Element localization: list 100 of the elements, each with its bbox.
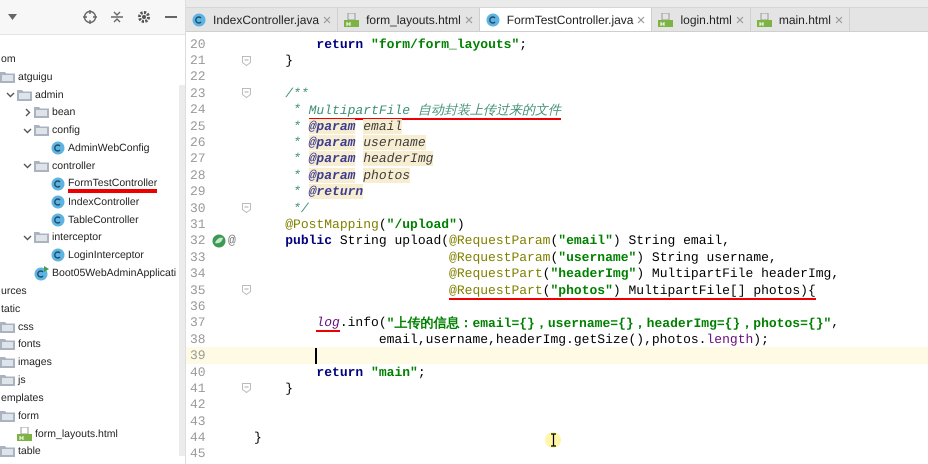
line-number: 44 <box>189 430 207 446</box>
fold-icon[interactable] <box>242 285 251 296</box>
line-number: 41 <box>189 380 207 396</box>
bean-icon[interactable] <box>212 234 226 248</box>
html-file-icon <box>658 12 674 26</box>
tree-item[interactable]: TableController <box>68 214 139 226</box>
tree-item[interactable]: urces <box>1 284 27 297</box>
fold-icon[interactable] <box>242 56 251 66</box>
fold-icon[interactable] <box>242 383 251 394</box>
code-line: @PostMapping("/upload") <box>284 216 465 232</box>
class-icon <box>51 194 65 209</box>
locate-icon[interactable] <box>83 10 97 24</box>
code-line: } <box>284 380 294 396</box>
line-number: 38 <box>189 332 207 347</box>
chevron-down-icon[interactable] <box>22 232 32 242</box>
close-icon[interactable] <box>736 16 744 24</box>
code-line: email,username,headerImg.getSize(),photos.length); <box>378 332 769 347</box>
close-icon[interactable] <box>834 16 843 24</box>
code-line: * @param username <box>292 135 426 150</box>
gutter-marker[interactable]: @ <box>228 233 236 248</box>
html-file-icon <box>17 426 32 441</box>
tree-item[interactable]: om <box>1 52 16 65</box>
code-line: log.info("上传的信息：email={}，username={}，headerImg={}，photos={}", <box>315 314 840 332</box>
tree-item[interactable]: AdminWebConfig <box>68 142 150 154</box>
line-number: 35 <box>189 282 207 298</box>
code-line: @RequestParam("username") String username, <box>448 250 777 265</box>
html-file-icon <box>344 12 360 26</box>
folder-icon <box>34 124 49 136</box>
line-number: 21 <box>189 53 207 68</box>
line-number: 29 <box>189 184 207 200</box>
fold-icon[interactable] <box>242 203 251 214</box>
text-caret <box>315 348 318 364</box>
tree-item[interactable]: interceptor <box>52 231 102 244</box>
chevron-right-icon[interactable] <box>22 108 32 117</box>
code-line: @RequestPart("photos") MultipartFile[] photos){ <box>448 282 816 298</box>
chevron-down-icon[interactable] <box>6 90 14 100</box>
line-number: 26 <box>189 135 207 150</box>
tree-item[interactable]: tatic <box>1 302 20 315</box>
scrollbar[interactable] <box>179 85 185 456</box>
tree-item[interactable]: form <box>18 410 39 422</box>
tree-item[interactable]: FormTestController <box>68 176 158 191</box>
tree-item[interactable]: LoginInterceptor <box>68 249 144 262</box>
close-icon[interactable] <box>323 16 332 24</box>
folder-icon <box>0 338 15 350</box>
tree-item[interactable]: Boot05WebAdminApplicati <box>52 267 176 280</box>
tree-item[interactable]: emplates <box>1 392 44 404</box>
line-number: 42 <box>189 397 207 412</box>
code-line: */ <box>292 200 309 216</box>
folder-icon <box>0 374 15 386</box>
tree-item[interactable]: IndexController <box>68 196 140 208</box>
line-number: 40 <box>189 364 207 380</box>
code-line: } <box>284 53 294 68</box>
line-number: 34 <box>189 266 207 282</box>
html-file-icon <box>756 12 772 26</box>
class-icon <box>51 176 65 191</box>
tree-item[interactable]: admin <box>35 88 64 101</box>
tree-item[interactable]: css <box>18 320 34 333</box>
line-number: 36 <box>189 298 207 314</box>
line-number: 45 <box>189 446 207 462</box>
dropdown-icon[interactable] <box>8 14 17 20</box>
code-line: /** <box>284 86 309 101</box>
editor-tab[interactable]: FormTestController.java <box>480 8 652 31</box>
app-class-icon <box>34 266 49 281</box>
folder-icon <box>34 160 49 172</box>
tree-item[interactable]: js <box>18 374 26 386</box>
close-icon[interactable] <box>464 16 473 24</box>
collapse-icon[interactable] <box>111 10 123 24</box>
tree-item[interactable]: config <box>52 124 80 136</box>
line-number: 39 <box>189 348 207 364</box>
line-number: 22 <box>189 69 207 84</box>
class-icon <box>51 212 65 227</box>
tree-item[interactable]: table <box>18 445 41 458</box>
folder-icon <box>0 70 15 83</box>
tree-item[interactable]: atguigu <box>18 70 52 83</box>
class-icon <box>51 141 65 156</box>
code-line: * @param photos <box>292 168 410 183</box>
code-line: * @param headerImg <box>292 151 434 166</box>
class-icon <box>192 12 206 26</box>
fold-icon[interactable] <box>242 88 251 98</box>
folder-icon <box>0 320 15 333</box>
line-number: 30 <box>189 200 207 216</box>
tree-item[interactable]: bean <box>52 106 76 118</box>
line-number: 23 <box>189 86 207 101</box>
mouse-cursor-icon <box>545 430 563 450</box>
settings-icon[interactable] <box>137 10 151 24</box>
close-icon[interactable] <box>637 16 646 24</box>
line-number: 43 <box>189 414 207 429</box>
folder-icon <box>34 231 49 244</box>
tree-item[interactable]: fonts <box>18 338 41 350</box>
chevron-down-icon[interactable] <box>22 126 32 135</box>
tree-item[interactable]: controller <box>52 160 96 172</box>
line-number: 24 <box>189 102 207 118</box>
code-line: @RequestPart("headerImg") MultipartFile headerImg, <box>448 266 840 282</box>
chevron-down-icon[interactable] <box>22 161 32 170</box>
tree-item[interactable]: images <box>18 356 52 368</box>
code-line: return "main"; <box>315 364 426 380</box>
code-line: } <box>253 430 262 446</box>
tree-item[interactable]: form_layouts.html <box>35 428 118 440</box>
code-line: * @param email <box>292 118 402 134</box>
folder-icon <box>17 88 32 101</box>
